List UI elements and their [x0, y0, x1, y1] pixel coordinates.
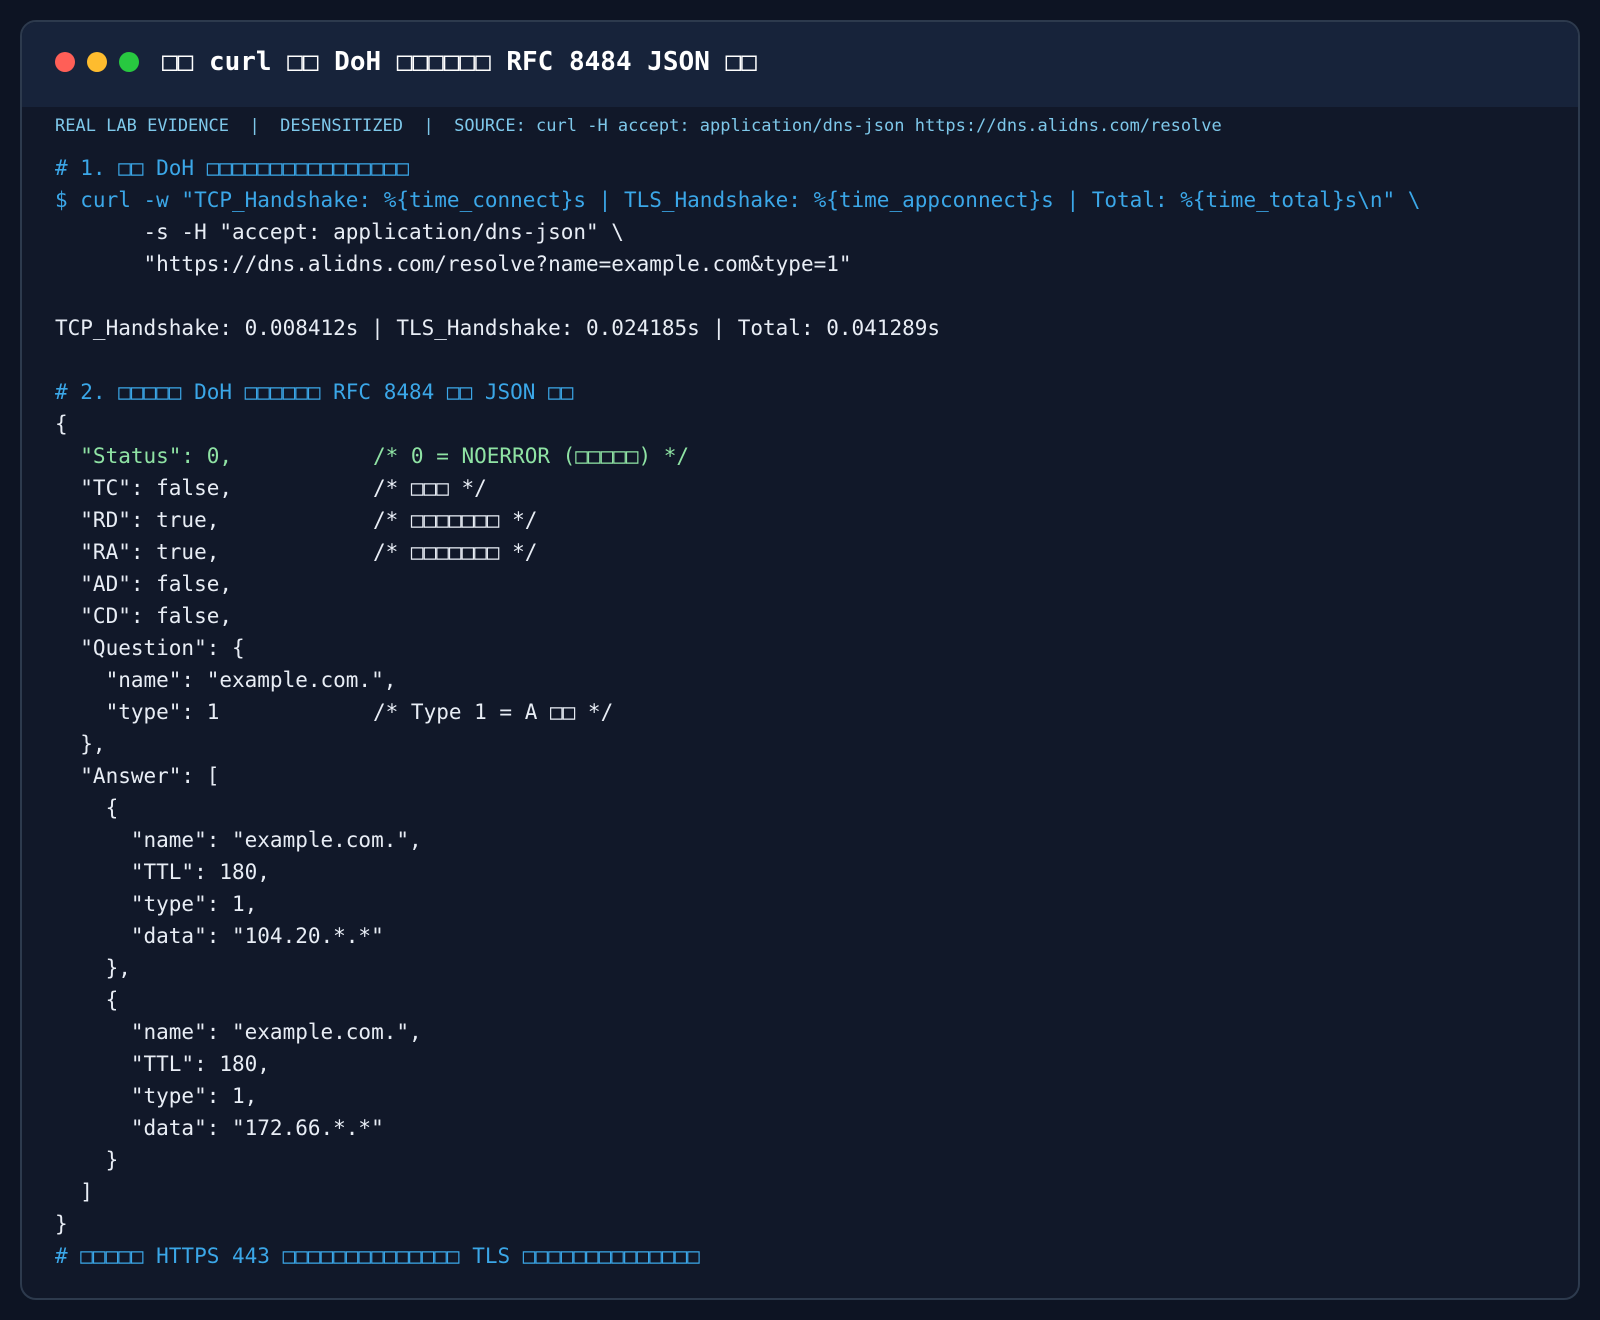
- code-line: },: [55, 728, 1558, 760]
- code-line-text: {: [55, 412, 68, 436]
- code-line: # 2. □□□□□ DoH □□□□□□ RFC 8484 □□ JSON □…: [55, 376, 1558, 408]
- code-line: "type": 1,: [55, 888, 1558, 920]
- code-line-text: },: [55, 956, 131, 980]
- code-line-text: "type": 1,: [55, 892, 258, 916]
- code-line: TCP_Handshake: 0.008412s | TLS_Handshake…: [55, 312, 1558, 344]
- code-line: "TTL": 180,: [55, 856, 1558, 888]
- code-line-text: }: [55, 1148, 119, 1172]
- code-line: # 1. □□ DoH □□□□□□□□□□□□□□□□: [55, 152, 1558, 184]
- code-line-text: "type": 1: [55, 700, 220, 724]
- code-line-text: "RA": true,: [55, 540, 220, 564]
- code-line-text: "CD": false,: [55, 604, 233, 628]
- code-line: "Question": {: [55, 632, 1558, 664]
- code-line: }: [55, 1208, 1558, 1240]
- minimize-dot-icon[interactable]: [87, 52, 107, 72]
- code-line: {: [55, 408, 1558, 440]
- code-line-text: "type": 1,: [55, 1084, 258, 1108]
- code-line-text: {: [55, 988, 119, 1012]
- code-line: "Status": 0, /* 0 = NOERROR (□□□□□) */: [55, 440, 1558, 472]
- evidence-meta: REAL LAB EVIDENCE | DESENSITIZED | SOURC…: [55, 116, 1222, 136]
- code-line: # □□□□□ HTTPS 443 □□□□□□□□□□□□□□ TLS □□□…: [55, 1240, 1558, 1272]
- code-line: {: [55, 792, 1558, 824]
- code-line-text: "Question": {: [55, 636, 245, 660]
- code-line-text: "Answer": [: [55, 764, 220, 788]
- code-line: "TTL": 180,: [55, 1048, 1558, 1080]
- code-line: {: [55, 984, 1558, 1016]
- terminal-window: □□ curl □□ DoH □□□□□□ RFC 8484 JSON □□ R…: [20, 20, 1580, 1300]
- code-line-text: "AD": false,: [55, 572, 233, 596]
- code-line: "type": 1 /* Type 1 = A □□ */: [55, 696, 1558, 728]
- code-line: ]: [55, 1176, 1558, 1208]
- code-line: "data": "172.66.*.*": [55, 1112, 1558, 1144]
- code-line: $ curl -w "TCP_Handshake: %{time_connect…: [55, 184, 1558, 216]
- code-line-text: "name": "example.com.",: [55, 1020, 422, 1044]
- code-line: "CD": false,: [55, 600, 1558, 632]
- code-line-text: "data": "172.66.*.*": [55, 1116, 384, 1140]
- code-line-text: "TTL": 180,: [55, 1052, 270, 1076]
- code-line: }: [55, 1144, 1558, 1176]
- code-line-text: "data": "104.20.*.*": [55, 924, 384, 948]
- code-line-text: -s -H "accept: application/dns-json" \: [55, 220, 624, 244]
- code-inline-comment: /* 0 = NOERROR (□□□□□) */: [373, 444, 690, 468]
- code-line-text: "TTL": 180,: [55, 860, 270, 884]
- code-line-text: ]: [55, 1180, 93, 1204]
- code-inline-comment: /* Type 1 = A □□ */: [373, 700, 614, 724]
- code-line-text: # 2. □□□□□ DoH □□□□□□ RFC 8484 □□ JSON □…: [55, 380, 574, 404]
- code-line-text: # □□□□□ HTTPS 443 □□□□□□□□□□□□□□ TLS □□□…: [55, 1244, 700, 1268]
- code-line-text: "Status": 0,: [55, 444, 233, 468]
- code-line-text: "TC": false,: [55, 476, 233, 500]
- code-line-text: "RD": true,: [55, 508, 220, 532]
- window-title: □□ curl □□ DoH □□□□□□ RFC 8484 JSON □□: [162, 47, 757, 77]
- code-line: "AD": false,: [55, 568, 1558, 600]
- code-line-text: TCP_Handshake: 0.008412s | TLS_Handshake…: [55, 316, 941, 340]
- code-line-text: "name": "example.com.",: [55, 828, 422, 852]
- code-line-text: "https://dns.alidns.com/resolve?name=exa…: [55, 252, 852, 276]
- code-line: "Answer": [: [55, 760, 1558, 792]
- code-line-text: # 1. □□ DoH □□□□□□□□□□□□□□□□: [55, 156, 410, 180]
- title-bar: □□ curl □□ DoH □□□□□□ RFC 8484 JSON □□: [22, 22, 1578, 107]
- code-line-text: "name": "example.com.",: [55, 668, 397, 692]
- code-line: "data": "104.20.*.*": [55, 920, 1558, 952]
- close-dot-icon[interactable]: [55, 52, 75, 72]
- code-line-text: {: [55, 796, 119, 820]
- maximize-dot-icon[interactable]: [119, 52, 139, 72]
- code-line: "type": 1,: [55, 1080, 1558, 1112]
- code-line: },: [55, 952, 1558, 984]
- code-line: "RD": true, /* □□□□□□□ */: [55, 504, 1558, 536]
- code-inline-comment: /* □□□ */: [373, 476, 487, 500]
- code-line: "TC": false, /* □□□ */: [55, 472, 1558, 504]
- code-line: "name": "example.com.",: [55, 664, 1558, 696]
- code-output: # 1. □□ DoH □□□□□□□□□□□□□□□□ $ curl -w "T…: [55, 152, 1558, 1272]
- code-line-text: },: [55, 732, 106, 756]
- code-line: "RA": true, /* □□□□□□□ */: [55, 536, 1558, 568]
- code-line-text: $ curl -w "TCP_Handshake: %{time_connect…: [55, 188, 1421, 212]
- code-line: "name": "example.com.",: [55, 824, 1558, 856]
- code-line: "name": "example.com.",: [55, 1016, 1558, 1048]
- code-line: "https://dns.alidns.com/resolve?name=exa…: [55, 248, 1558, 280]
- code-line-text: }: [55, 1212, 68, 1236]
- code-inline-comment: /* □□□□□□□ */: [373, 508, 538, 532]
- code-inline-comment: /* □□□□□□□ */: [373, 540, 538, 564]
- code-line: -s -H "accept: application/dns-json" \: [55, 216, 1558, 248]
